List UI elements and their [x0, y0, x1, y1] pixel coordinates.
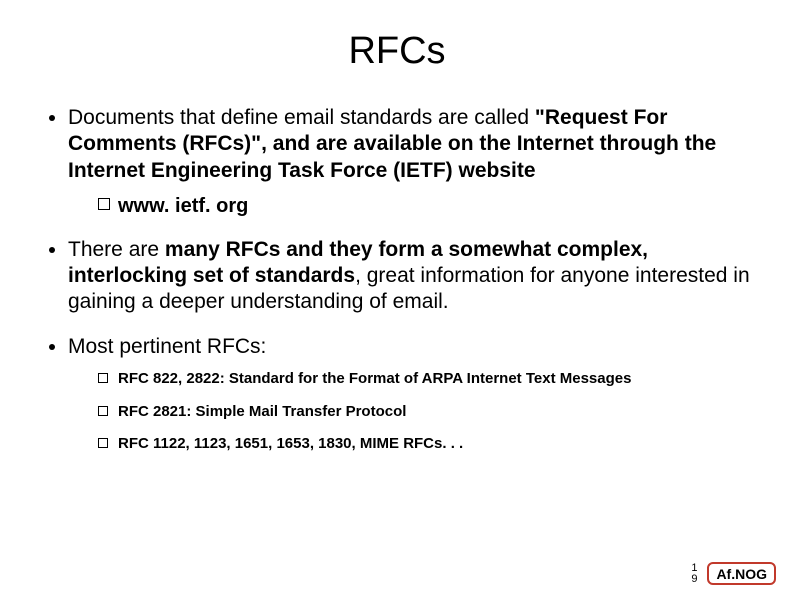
bullet-3-sublist: RFC 822, 2822: Standard for the Format o…: [68, 370, 754, 454]
page-number-line1: 1: [691, 563, 697, 574]
bullet-3-sub-3: RFC 1122, 1123, 1651, 1653, 1830, MIME R…: [98, 435, 754, 454]
bullet-3-text: Most pertinent RFCs:: [68, 335, 266, 358]
bullet-1-sub-1: www. ietf. org: [98, 194, 754, 219]
bullet-2: There are many RFCs and they form a some…: [68, 237, 754, 316]
afnog-logo: Af.NOG: [707, 562, 776, 585]
bullet-1: Documents that define email standards ar…: [68, 105, 754, 219]
bullet-1-text-pre: Documents that define email standards ar…: [68, 106, 535, 129]
slide: RFCs Documents that define email standar…: [0, 0, 794, 595]
slide-title: RFCs: [40, 30, 754, 73]
bullet-2-text-pre: There are: [68, 238, 165, 261]
afnog-logo-text: Af.NOG: [716, 567, 767, 581]
page-number: 1 9: [691, 563, 697, 585]
main-bullet-list: Documents that define email standards ar…: [40, 105, 754, 454]
bullet-3-sub-2: RFC 2821: Simple Mail Transfer Protocol: [98, 403, 754, 422]
footer: 1 9 Af.NOG: [691, 562, 776, 585]
page-number-line2: 9: [691, 574, 697, 585]
bullet-3: Most pertinent RFCs: RFC 822, 2822: Stan…: [68, 334, 754, 455]
bullet-1-sublist: www. ietf. org: [68, 194, 754, 219]
bullet-3-sub-1: RFC 822, 2822: Standard for the Format o…: [98, 370, 754, 389]
